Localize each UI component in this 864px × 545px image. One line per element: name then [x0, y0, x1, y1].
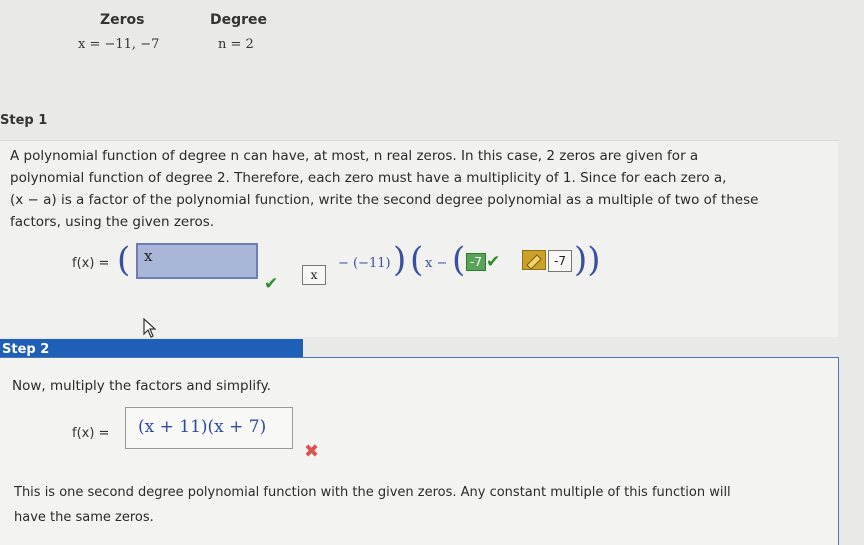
close-paren-2: )): [574, 240, 601, 280]
footer-line: have the same zeros.: [14, 510, 154, 525]
degree-value: n = 2: [218, 37, 254, 52]
close-paren: ): [393, 240, 407, 280]
incorrect-x-icon: ✖: [304, 441, 320, 462]
open-paren-3: (: [452, 240, 466, 280]
step2-fx-label: f(x) =: [72, 426, 110, 441]
step1-fx-label: f(x) =: [72, 256, 110, 271]
open-paren-2: (: [410, 240, 424, 280]
math-entry-value: x: [310, 268, 318, 282]
correct-check-icon: ✔: [486, 252, 501, 272]
explanation-line: A polynomial function of degree n can ha…: [10, 148, 699, 164]
open-paren: (: [117, 240, 131, 280]
zeros-label: Zeros: [100, 12, 145, 28]
math-entry-box[interactable]: x: [302, 265, 326, 285]
degree-label: Degree: [210, 12, 268, 28]
step2-footer: This is one second degree polynomial fun…: [14, 480, 834, 530]
step2-instruction: Now, multiply the factors and simplify.: [12, 378, 271, 394]
pencil-icon: [526, 254, 542, 270]
explanation-line: factors, using the given zeros.: [10, 214, 215, 230]
tooltip-value: -7: [548, 250, 572, 272]
explanation-line: polynomial function of degree 2. Therefo…: [10, 170, 727, 186]
factor2-input[interactable]: -7: [466, 253, 486, 271]
factor1-input[interactable]: x: [136, 243, 258, 279]
step1-explanation: A polynomial function of degree n can ha…: [10, 145, 830, 233]
step1-label: Step 1: [0, 113, 48, 128]
explanation-line: (x − a) is a factor of the polynomial fu…: [10, 192, 759, 208]
minus-neg11-term: − (−11): [338, 256, 391, 271]
hint-icon[interactable]: [522, 250, 546, 270]
x-minus-term: x −: [425, 256, 448, 271]
correct-check-icon: ✔: [264, 274, 279, 294]
footer-line: This is one second degree polynomial fun…: [14, 485, 731, 500]
zeros-value: x = −11, −7: [78, 37, 160, 52]
answer-input[interactable]: (x + 11)(x + 7): [125, 407, 293, 449]
